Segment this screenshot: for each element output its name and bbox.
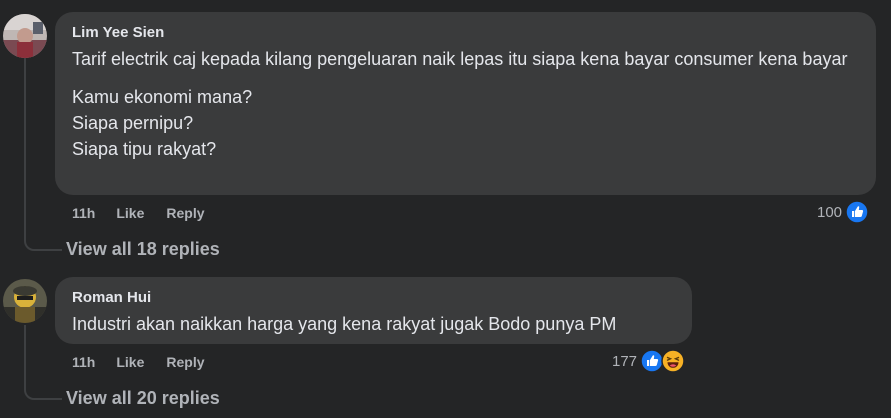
avatar[interactable] <box>3 279 47 323</box>
comment-timestamp[interactable]: 11h <box>72 354 95 370</box>
reaction-summary[interactable]: 100 <box>817 200 869 224</box>
haha-icon <box>661 349 685 373</box>
comment-author[interactable]: Lim Yee Sien <box>72 23 860 42</box>
comment-author[interactable]: Roman Hui <box>72 288 676 307</box>
comment-actions: 11h Like Reply <box>72 352 227 372</box>
reaction-summary[interactable]: 177 <box>612 349 685 373</box>
view-replies-link[interactable]: View all 18 replies <box>66 239 220 260</box>
comment-text: Tarif electrik caj kepada kilang pengelu… <box>72 49 848 69</box>
comment-actions: 11h Like Reply <box>72 203 227 223</box>
comment-timestamp[interactable]: 11h <box>72 205 95 221</box>
reaction-count: 100 <box>817 203 843 221</box>
reaction-count: 177 <box>612 352 638 370</box>
avatar[interactable] <box>3 14 47 58</box>
comment-text: Kamu ekonomi mana? Siapa pernipu? Siapa … <box>72 87 253 159</box>
like-button[interactable]: Like <box>116 205 144 221</box>
thread-line <box>24 325 62 400</box>
comment-bubble: Lim Yee Sien Tarif electrik caj kepada k… <box>55 12 876 195</box>
reply-button[interactable]: Reply <box>166 354 204 370</box>
like-button[interactable]: Like <box>116 354 144 370</box>
comment-bubble: Roman Hui Industri akan naikkan harga ya… <box>55 277 692 344</box>
view-replies-link[interactable]: View all 20 replies <box>66 388 220 409</box>
reply-button[interactable]: Reply <box>166 205 204 221</box>
comment-text: Industri akan naikkan harga yang kena ra… <box>72 314 617 334</box>
avatar-image <box>3 279 47 323</box>
avatar-image <box>3 14 47 58</box>
like-icon <box>845 200 869 224</box>
